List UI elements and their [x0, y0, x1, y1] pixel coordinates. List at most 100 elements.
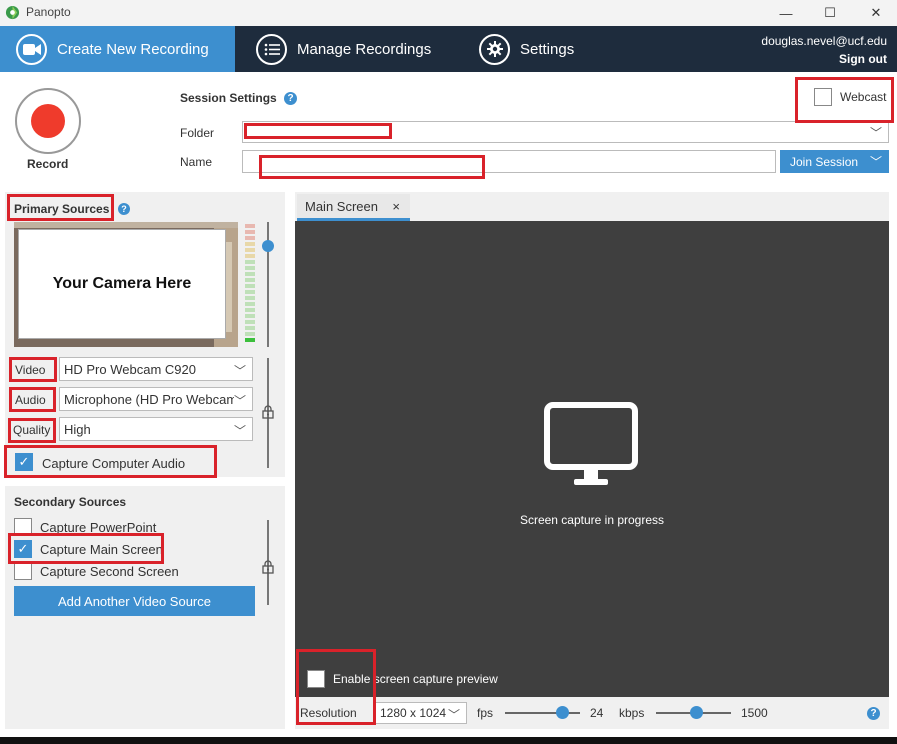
gear-icon: [479, 33, 510, 65]
meter-segment: [245, 224, 255, 228]
chevron-down-icon: ﹀: [447, 708, 460, 722]
folder-select[interactable]: ﹀: [242, 121, 889, 143]
meter-segment: [245, 308, 255, 312]
record-button[interactable]: [15, 88, 81, 154]
name-label: Name: [180, 155, 213, 169]
title-bar: [0, 0, 897, 26]
tab-settings[interactable]: Settings: [479, 26, 574, 72]
join-session-button[interactable]: Join Session ﹀: [780, 150, 889, 173]
capture-powerpoint-checkbox[interactable]: [14, 518, 32, 536]
meter-segment: [245, 260, 255, 264]
meter-segment: [245, 332, 255, 336]
audio-label: Audio: [15, 393, 46, 407]
webcast-checkbox[interactable]: [814, 88, 832, 106]
help-icon[interactable]: ?: [118, 203, 130, 215]
fps-value: 24: [590, 706, 604, 720]
capture-computer-audio-checkbox[interactable]: ✓: [15, 453, 33, 471]
chevron-down-icon: ﹀: [869, 155, 882, 169]
name-input[interactable]: [242, 150, 776, 173]
meter-segment: [245, 290, 255, 294]
record-icon: [31, 104, 65, 138]
lock-icon[interactable]: [262, 405, 274, 419]
chevron-down-icon: ﹀: [233, 424, 246, 438]
add-video-source-button[interactable]: Add Another Video Source: [14, 586, 255, 616]
quality-value: High: [64, 421, 91, 437]
tab-label: Manage Recordings: [297, 40, 432, 58]
kbps-label: kbps: [619, 706, 645, 720]
help-icon[interactable]: ?: [867, 707, 880, 720]
fps-slider-thumb[interactable]: [556, 706, 569, 719]
video-value: HD Pro Webcam C920: [64, 361, 196, 377]
video-select[interactable]: HD Pro Webcam C920 ﹀: [59, 357, 253, 381]
tab-label: Settings: [520, 40, 575, 58]
close-icon[interactable]: ×: [392, 199, 400, 214]
bottom-edge: [0, 737, 897, 744]
meter-segment: [245, 296, 255, 300]
capture-status-message: Screen capture in progress: [519, 513, 665, 527]
help-icon[interactable]: ?: [284, 92, 297, 105]
volume-slider-thumb[interactable]: [262, 240, 274, 252]
close-button[interactable]: ✕: [856, 0, 896, 26]
panopto-logo-icon: [5, 5, 20, 20]
sign-out-link[interactable]: Sign out: [839, 52, 887, 66]
video-label: Video: [15, 363, 46, 377]
capture-second-screen-checkbox[interactable]: [14, 562, 32, 580]
chevron-down-icon: ﹀: [869, 126, 882, 140]
chevron-down-icon: ﹀: [233, 392, 246, 409]
audio-value: Microphone (HD Pro Webcam: [64, 391, 238, 407]
meter-segment: [245, 266, 255, 270]
enable-preview-checkbox[interactable]: [307, 670, 325, 688]
meter-segment: [245, 326, 255, 330]
video-camera-icon: [16, 33, 47, 65]
folder-label: Folder: [180, 126, 215, 140]
meter-segment: [245, 314, 255, 318]
list-icon: [256, 33, 287, 65]
monitor-icon: [544, 402, 638, 485]
resolution-select[interactable]: 1280 x 1024 ﹀: [375, 702, 467, 724]
kbps-slider-thumb[interactable]: [690, 706, 703, 719]
capture-second-screen-label: Capture Second Screen: [40, 564, 179, 579]
tab-create-new-recording[interactable]: Create New Recording: [0, 26, 235, 72]
capture-main-screen-checkbox[interactable]: ✓: [14, 540, 32, 558]
audio-select[interactable]: Microphone (HD Pro Webcam ﹀: [59, 387, 253, 411]
primary-sources-title: Primary Sources: [14, 202, 110, 216]
meter-segment: [245, 284, 255, 288]
lock-icon[interactable]: [262, 560, 274, 574]
kbps-value: 1500: [741, 706, 768, 720]
meter-segment: [245, 272, 255, 276]
record-label: Record: [27, 157, 69, 171]
quality-label: Quality: [13, 423, 51, 437]
meter-segment: [245, 320, 255, 324]
audio-level-meter: [245, 224, 255, 342]
user-email: douglas.nevel@ucf.edu: [761, 34, 887, 48]
capture-computer-audio-label: Capture Computer Audio: [42, 456, 186, 471]
meter-segment: [245, 254, 255, 258]
meter-segment: [245, 230, 255, 234]
resolution-value: 1280 x 1024: [380, 706, 447, 720]
maximize-button[interactable]: ☐: [810, 0, 850, 26]
checkmark-icon: ✓: [18, 454, 30, 469]
meter-segment: [245, 248, 255, 252]
session-settings-title: Session Settings: [180, 91, 277, 105]
checkmark-icon: ✓: [17, 541, 29, 556]
webcast-label: Webcast: [840, 90, 887, 104]
camera-placeholder: Your Camera Here: [18, 229, 226, 339]
meter-segment: [245, 278, 255, 282]
capture-powerpoint-label: Capture PowerPoint: [40, 520, 157, 535]
tab-label: Create New Recording: [57, 40, 209, 58]
chevron-down-icon: ﹀: [233, 364, 246, 378]
join-session-label: Join Session: [790, 154, 859, 169]
quality-select[interactable]: High ﹀: [59, 417, 253, 441]
meter-segment: [245, 338, 255, 342]
tab-label: Main Screen: [305, 198, 378, 214]
tab-manage-recordings[interactable]: Manage Recordings: [256, 26, 431, 72]
window-title: Panopto: [26, 5, 71, 19]
resolution-label: Resolution: [300, 706, 357, 720]
tab-main-screen[interactable]: Main Screen ×: [297, 194, 410, 221]
capture-main-screen-label: Capture Main Screen: [40, 542, 163, 557]
meter-segment: [245, 236, 255, 240]
meter-segment: [245, 242, 255, 246]
minimize-button[interactable]: —: [766, 0, 806, 26]
secondary-sources-title: Secondary Sources: [14, 495, 127, 509]
fps-label: fps: [477, 706, 494, 720]
